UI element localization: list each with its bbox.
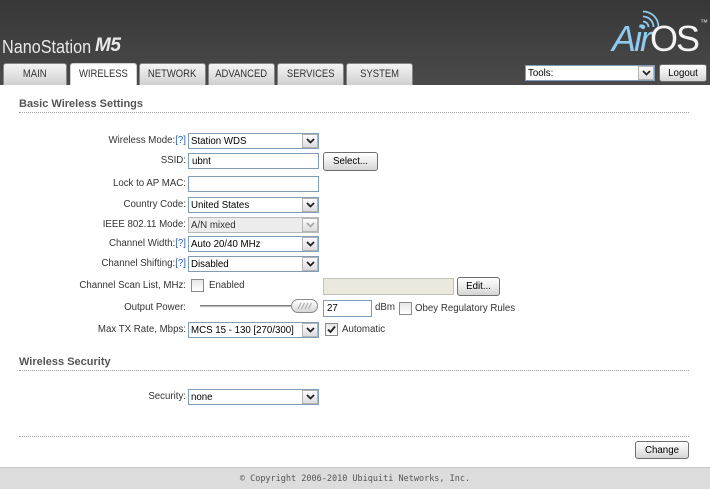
actions-divider [19,436,689,437]
tab-wireless-label: WIRELESS [79,68,128,80]
scan-list-enabled-label: Enabled [209,280,245,291]
ieee-mode-select[interactable]: A/N mixed [189,218,318,232]
channel-width-select[interactable]: Auto 20/40 MHz [189,237,318,251]
scan-list-label: Channel Scan List, MHz: [79,280,186,291]
logout-button[interactable]: Logout [659,64,707,82]
channel-width-select-box[interactable]: Auto 20/40 MHz [188,236,319,252]
scan-list-edit-button[interactable]: Edit... [457,277,500,296]
scan-list-input[interactable] [323,278,454,295]
tab-network-label: NETWORK [148,68,197,80]
wireless-mode-label-cell: Wireless Mode:[?] [0,133,186,149]
tab-network[interactable]: NETWORK [139,63,206,85]
tab-system-label: SYSTEM [360,68,399,80]
output-power-slider-handle[interactable] [291,299,318,313]
grip-icon [297,302,312,310]
tab-services[interactable]: SERVICES [277,63,344,85]
security-label: Security: [148,391,186,402]
max-tx-rate-label-cell: Max TX Rate, Mbps: [0,322,186,338]
channel-shifting-label: Channel Shifting: [101,258,176,269]
lock-ap-mac-input[interactable] [188,176,319,192]
channel-width-label-cell: Channel Width:[?] [0,236,186,252]
output-power-unit: dBm [375,302,395,313]
security-select-box[interactable]: none [188,389,319,405]
wireless-mode-help-link[interactable]: [?] [175,135,186,146]
channel-shifting-select-box[interactable]: Disabled [188,256,319,272]
obey-regulatory-label: Obey Regulatory Rules [415,303,516,314]
security-select[interactable]: none [189,390,318,404]
country-code-label-cell: Country Code: [0,197,186,213]
scan-list-label-cell: Channel Scan List, MHz: [0,278,186,294]
product-model: M5 [95,35,121,56]
ssid-select-button[interactable]: Select... [323,152,378,171]
scan-list-enabled-checkbox[interactable] [191,279,204,292]
channel-shifting-help-link[interactable]: [?] [175,258,186,269]
basic-heading-divider [19,112,689,113]
output-power-input[interactable] [323,300,372,317]
ieee-mode-label: IEEE 802.11 Mode: [102,219,186,230]
channel-shifting-select[interactable]: Disabled [189,257,318,271]
footer-bar: © Copyright 2006-2010 Ubiquiti Networks,… [0,467,710,489]
tab-services-label: SERVICES [286,68,335,80]
basic-wireless-heading: Basic Wireless Settings [19,98,144,110]
max-tx-rate-label: Max TX Rate, Mbps: [97,324,186,335]
change-button[interactable]: Change [635,441,689,459]
output-power-label-cell: Output Power: [0,300,186,316]
tools-select[interactable]: Tools: [526,66,654,80]
country-code-label: Country Code: [123,199,186,210]
wireless-security-heading: Wireless Security [19,356,111,368]
wireless-mode-label: Wireless Mode: [108,135,176,146]
tab-wireless[interactable]: WIRELESS [70,63,137,85]
channel-width-label: Channel Width: [108,238,176,249]
country-code-select[interactable]: United States [189,198,318,212]
output-power-slider[interactable] [200,299,318,314]
check-icon [327,325,336,334]
wireless-mode-select[interactable]: Station WDS [189,134,318,148]
channel-shifting-label-cell: Channel Shifting:[?] [0,256,186,272]
automatic-rate-label: Automatic [342,324,386,335]
ieee-mode-label-cell: IEEE 802.11 Mode: [0,217,186,233]
tab-advanced-label: ADVANCED [215,68,268,80]
security-heading-divider [19,370,689,371]
obey-regulatory-checkbox[interactable] [399,302,412,315]
product-name: NanoStation [2,37,92,57]
lock-ap-mac-label: Lock to AP MAC: [112,178,186,189]
header-bar: NanoStation M5 AirOS ™ MAIN WIRELESS NET… [0,0,710,85]
channel-width-help-link[interactable]: [?] [175,238,186,249]
tab-system[interactable]: SYSTEM [346,63,413,85]
ssid-label: SSID: [160,155,186,166]
tools-select-box[interactable]: Tools: [525,65,655,81]
ssid-input[interactable] [188,153,319,169]
country-code-select-box[interactable]: United States [188,197,319,213]
tab-main-label: MAIN [23,68,47,80]
max-tx-rate-select[interactable]: MCS 15 - 130 [270/300] [189,323,318,337]
security-label-cell: Security: [0,389,186,405]
tab-main[interactable]: MAIN [3,63,67,85]
automatic-rate-checkbox[interactable] [325,323,338,336]
ieee-mode-select-box[interactable]: A/N mixed [188,217,319,233]
trademark-mark: ™ [700,18,708,27]
ssid-label-cell: SSID: [0,153,186,169]
wireless-mode-select-box[interactable]: Station WDS [188,133,319,149]
wifi-signal-icon [640,10,660,30]
copyright-text: © Copyright 2006-2010 Ubiquiti Networks,… [239,474,471,484]
tab-advanced[interactable]: ADVANCED [208,63,275,85]
lock-ap-mac-label-cell: Lock to AP MAC: [0,176,186,192]
output-power-label: Output Power: [124,302,186,313]
max-tx-rate-select-box[interactable]: MCS 15 - 130 [270/300] [188,322,319,338]
